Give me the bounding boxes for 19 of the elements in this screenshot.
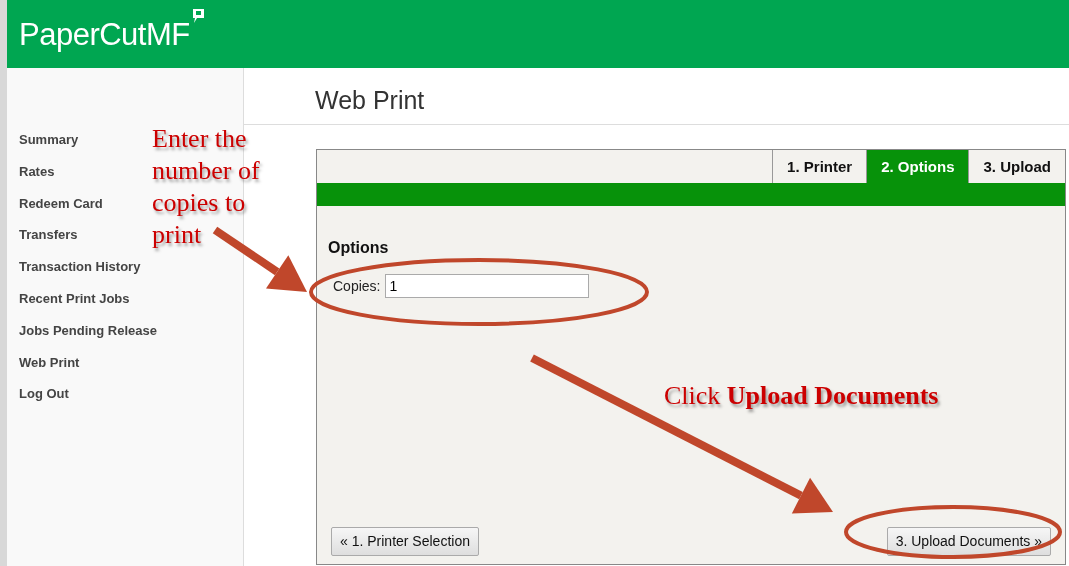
sidebar-link[interactable]: Transaction History bbox=[19, 257, 141, 289]
sidebar-link[interactable]: Summary bbox=[19, 130, 79, 162]
page-title: Web Print bbox=[244, 68, 1069, 125]
annotation-text: Click Upload Documents bbox=[664, 380, 939, 412]
section-title: Options bbox=[328, 238, 390, 258]
step-tab[interactable]: 2. Options bbox=[866, 150, 969, 183]
annotation-text: Enter the number of copies to print bbox=[152, 123, 261, 251]
sidebar-link[interactable]: Recent Print Jobs bbox=[19, 289, 130, 321]
copies-label: Copies: bbox=[333, 276, 381, 296]
logo-icon bbox=[190, 8, 205, 24]
sidebar-link[interactable]: Redeem Card bbox=[19, 193, 103, 226]
back-button[interactable]: « 1. Printer Selection bbox=[331, 527, 479, 556]
sidebar-link[interactable]: Jobs Pending Release bbox=[19, 320, 157, 353]
sidebar-link[interactable]: Log Out bbox=[19, 384, 69, 417]
copies-field[interactable]: 1 bbox=[385, 274, 590, 298]
sidebar-link[interactable]: Web Print bbox=[19, 352, 80, 385]
sidebar-link[interactable]: Transfers bbox=[19, 225, 78, 258]
logo: PaperCutMF bbox=[19, 18, 190, 50]
sidebar-link[interactable]: Rates bbox=[19, 161, 55, 194]
